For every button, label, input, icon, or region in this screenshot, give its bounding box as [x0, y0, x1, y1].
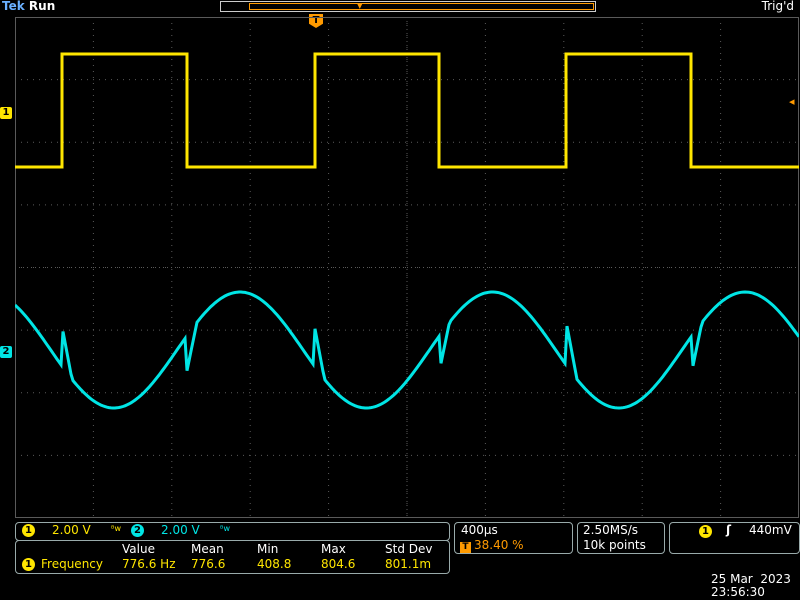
trigger-source-badge: 1 — [699, 525, 712, 538]
sample-rate: 2.50MS/s — [583, 523, 638, 537]
meas-source-badge: 1 — [22, 558, 35, 571]
meas-mean: 776.6 — [191, 557, 226, 571]
ch1-ground-marker[interactable]: 1 — [0, 107, 12, 119]
ch2-scale: 2.00 V — [161, 523, 200, 537]
ch1-bw-limit-icon: ᴮw — [111, 524, 121, 533]
brand-label: Tek — [2, 0, 25, 13]
time: 23:56:30 — [711, 585, 765, 599]
rising-edge-icon: ʃ — [726, 523, 731, 537]
waveform-display[interactable] — [15, 17, 799, 518]
trigger-pos-icon: T — [460, 542, 471, 553]
trigger-panel[interactable]: 1 ʃ 440mV — [669, 522, 800, 554]
acquisition-status: Tek Run — [2, 0, 55, 13]
meas-header-max: Max — [321, 542, 346, 556]
meas-header-min: Min — [257, 542, 279, 556]
sampling-panel[interactable]: 2.50MS/s 10k points — [577, 522, 665, 554]
graticule — [15, 17, 799, 518]
ch1-badge: 1 — [22, 524, 35, 537]
run-state: Run — [28, 0, 56, 13]
meas-header-mean: Mean — [191, 542, 224, 556]
record-points: 10k points — [583, 538, 646, 552]
record-trigger-pos-icon: ▾ — [357, 0, 363, 12]
meas-max: 804.6 — [321, 557, 356, 571]
date: 25 Mar 2023 — [711, 572, 791, 586]
meas-header-value: Value — [122, 542, 155, 556]
measurement-panel[interactable]: Value Mean Min Max Std Dev 1 Frequency 7… — [15, 540, 450, 574]
record-view-window — [249, 3, 594, 10]
trigger-position-pct: 38.40 % — [474, 538, 524, 552]
meas-value: 776.6 Hz — [122, 557, 176, 571]
meas-min: 408.8 — [257, 557, 292, 571]
trigger-level: 440mV — [749, 523, 792, 537]
ch2-bw-limit-icon: ᴮw — [220, 524, 230, 533]
ch1-waveform — [15, 52, 799, 169]
meas-name: Frequency — [41, 557, 103, 571]
trigger-position-readout: T 38.40 % — [460, 538, 524, 553]
vertical-scale-panel[interactable]: 1 2.00 V ᴮw 2 2.00 V ᴮw — [15, 522, 450, 541]
time-per-div: 400µs — [461, 523, 498, 537]
meas-stddev: 801.1m — [385, 557, 432, 571]
trigger-status: Trig'd — [761, 0, 794, 13]
ch2-badge: 2 — [131, 524, 144, 537]
ch1-scale: 2.00 V — [52, 523, 91, 537]
date-time: 25 Mar 2023 23:56:30 — [708, 572, 800, 600]
horizontal-panel[interactable]: 400µs T 38.40 % — [454, 522, 573, 554]
ch2-ground-marker[interactable]: 2 — [0, 346, 12, 358]
meas-header-stddev: Std Dev — [385, 542, 433, 556]
